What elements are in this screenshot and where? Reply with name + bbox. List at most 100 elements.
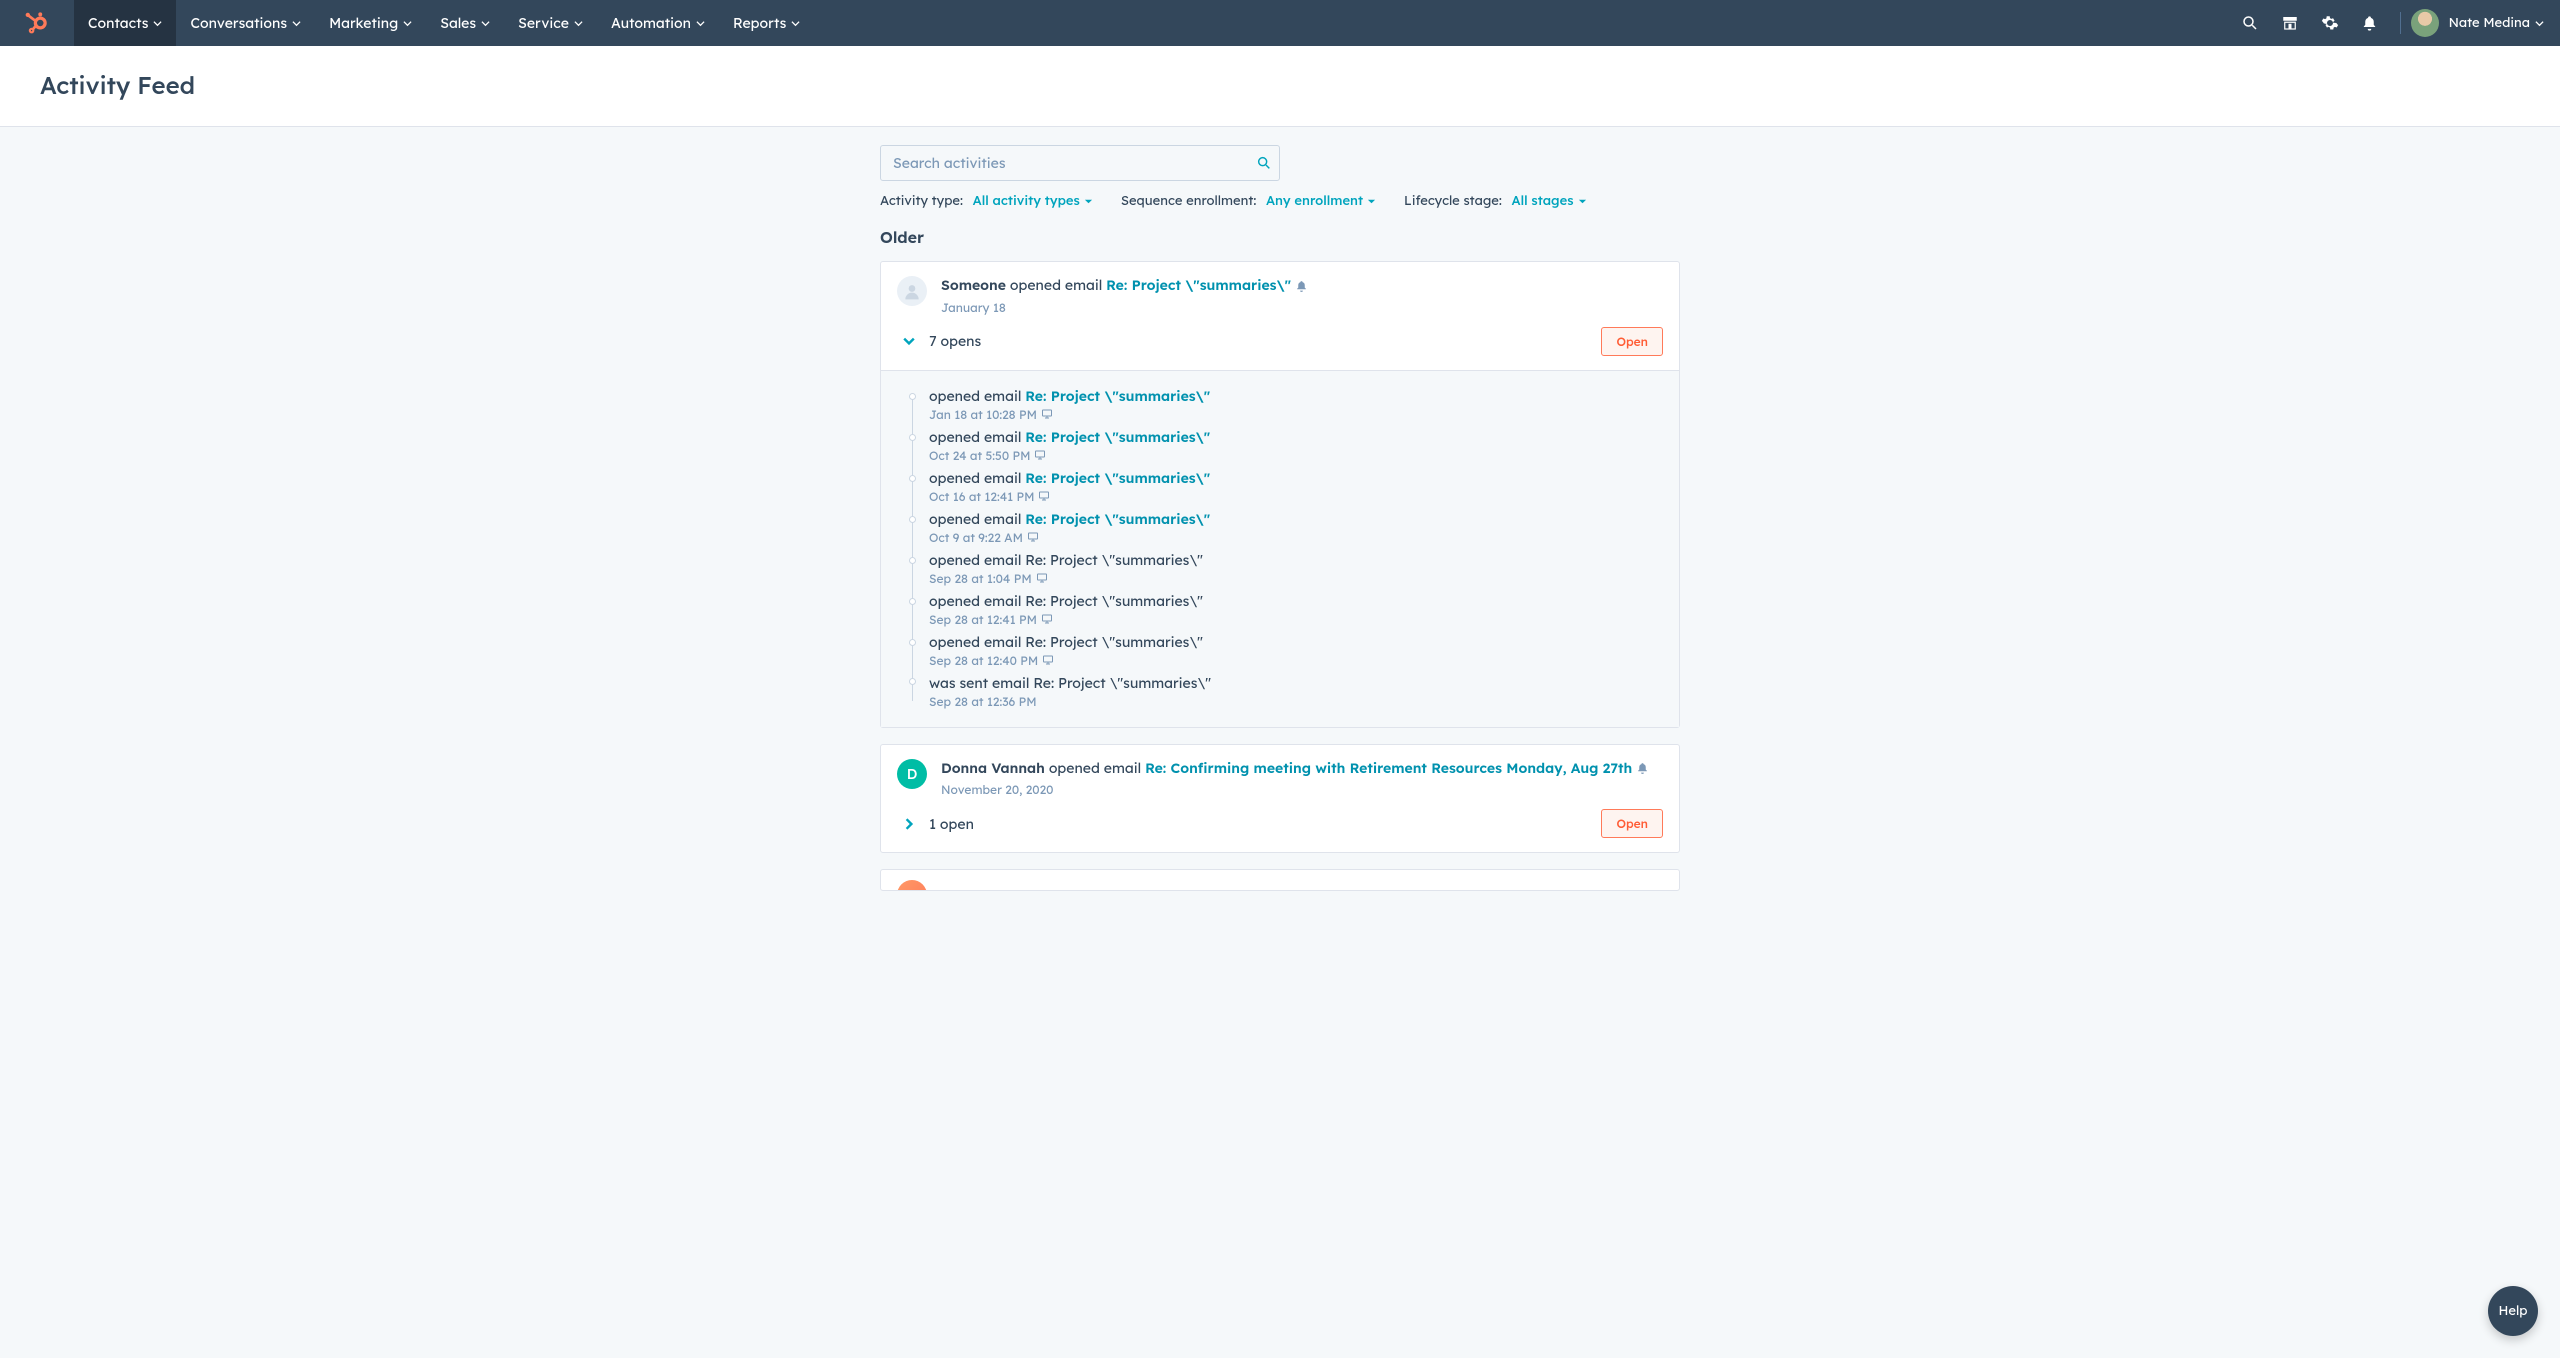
nav-item-service[interactable]: Service xyxy=(504,0,597,46)
nav-item-label: Automation xyxy=(611,14,691,32)
timeline-timestamp: Oct 24 at 5:50 PM xyxy=(929,448,1663,463)
search-button[interactable] xyxy=(1256,145,1272,181)
timeline-text: opened email Re: Project \"summaries\" xyxy=(929,551,1663,569)
opens-count: 7 opens xyxy=(929,332,981,350)
timeline-item: was sent email Re: Project \"summaries\"… xyxy=(929,674,1663,709)
filter-label: Lifecycle stage: xyxy=(1404,193,1502,209)
search-icon xyxy=(1256,155,1272,171)
timeline-action: was sent email xyxy=(929,674,1029,692)
open-button[interactable]: Open xyxy=(1601,809,1663,838)
filter-label: Sequence enrollment: xyxy=(1121,193,1256,209)
top-nav: Contacts Conversations Marketing Sales Servi… xyxy=(0,0,2560,46)
chevron-down-icon xyxy=(1084,197,1093,206)
timeline-item: opened email Re: Project \"summaries\"Se… xyxy=(929,633,1663,668)
filters-bar: Activity type: All activity types Sequen… xyxy=(880,193,1680,209)
activity-summary: Someone opened email Re: Project \"summa… xyxy=(941,276,1663,296)
hubspot-logo[interactable] xyxy=(0,0,74,46)
search-input[interactable] xyxy=(880,145,1280,181)
bell-icon[interactable] xyxy=(1636,762,1649,775)
timeline-text: opened email Re: Project \"summaries\" xyxy=(929,510,1663,528)
email-subject-link[interactable]: Re: Project \"summaries\" xyxy=(1025,469,1210,487)
timeline-action: opened email xyxy=(929,592,1021,610)
timeline-text: opened email Re: Project \"summaries\" xyxy=(929,387,1663,405)
nav-item-marketing[interactable]: Marketing xyxy=(315,0,426,46)
monitor-icon xyxy=(1042,654,1054,666)
opens-count: 1 open xyxy=(929,815,974,833)
contact-avatar: D xyxy=(897,759,927,789)
section-label: Older xyxy=(880,227,1680,247)
timeline-action: opened email xyxy=(929,387,1021,405)
nav-item-reports[interactable]: Reports xyxy=(719,0,814,46)
timeline-timestamp: Sep 28 at 12:40 PM xyxy=(929,653,1663,668)
monitor-icon xyxy=(1038,490,1050,502)
email-subject-link[interactable]: Re: Confirming meeting with Retirement R… xyxy=(1145,759,1632,777)
activity-card: Someone opened email Re: Project \"summa… xyxy=(880,261,1680,728)
help-button[interactable]: Help xyxy=(2488,1286,2538,1336)
timeline-dot xyxy=(909,598,916,605)
activity-action: opened email xyxy=(1049,759,1141,777)
marketplace-icon[interactable] xyxy=(2270,0,2310,46)
email-subject: Re: Project \"summaries\" xyxy=(1025,551,1203,569)
content-area: Activity type: All activity types Sequen… xyxy=(880,127,1680,931)
nav-item-label: Sales xyxy=(440,14,476,32)
nav-item-sales[interactable]: Sales xyxy=(426,0,504,46)
activity-card xyxy=(880,869,1680,891)
user-avatar xyxy=(2411,9,2439,37)
user-name: Nate Medina xyxy=(2449,15,2530,31)
filter-sequence-value[interactable]: Any enrollment xyxy=(1266,193,1376,209)
contact-avatar xyxy=(897,880,927,891)
activity-date: November 20, 2020 xyxy=(941,782,1663,797)
chevron-down-icon xyxy=(696,19,705,28)
chevron-down-icon xyxy=(292,19,301,28)
chevron-down-icon[interactable] xyxy=(903,335,915,347)
filter-sequence: Sequence enrollment: Any enrollment xyxy=(1121,193,1376,209)
timeline: opened email Re: Project \"summaries\"Ja… xyxy=(881,370,1679,727)
nav-item-conversations[interactable]: Conversations xyxy=(176,0,315,46)
activity-summary: Donna Vannah opened email Re: Confirming… xyxy=(941,759,1663,779)
activity-date: January 18 xyxy=(941,300,1663,315)
chevron-down-icon xyxy=(791,19,800,28)
contact-name: Donna Vannah xyxy=(941,759,1045,777)
page-header: Activity Feed xyxy=(0,46,2560,127)
filter-activity-type-value[interactable]: All activity types xyxy=(973,193,1093,209)
email-subject-link[interactable]: Re: Project \"summaries\" xyxy=(1025,428,1210,446)
activity-action: opened email xyxy=(1010,276,1102,294)
timeline-action: opened email xyxy=(929,469,1021,487)
open-button[interactable]: Open xyxy=(1601,327,1663,356)
filter-label: Activity type: xyxy=(880,193,963,209)
timeline-text: was sent email Re: Project \"summaries\" xyxy=(929,674,1663,692)
timeline-timestamp: Oct 9 at 9:22 AM xyxy=(929,530,1663,545)
filter-activity-type: Activity type: All activity types xyxy=(880,193,1093,209)
bell-icon[interactable] xyxy=(1295,280,1308,293)
timeline-timestamp: Sep 28 at 12:36 PM xyxy=(929,694,1663,709)
page-title: Activity Feed xyxy=(40,70,2520,100)
email-subject-link[interactable]: Re: Project \"summaries\" xyxy=(1106,276,1291,294)
email-subject: Re: Project \"summaries\" xyxy=(1033,674,1211,692)
email-subject-link[interactable]: Re: Project \"summaries\" xyxy=(1025,510,1210,528)
chevron-down-icon xyxy=(1367,197,1376,206)
chevron-down-icon xyxy=(153,19,162,28)
bell-icon[interactable] xyxy=(2350,0,2390,46)
sprocket-icon xyxy=(24,10,50,36)
gear-icon[interactable] xyxy=(2310,0,2350,46)
nav-item-label: Conversations xyxy=(190,14,287,32)
nav-item-label: Service xyxy=(518,14,569,32)
timeline-action: opened email xyxy=(929,633,1021,651)
timeline-item: opened email Re: Project \"summaries\" Oc… xyxy=(929,510,1663,545)
chevron-right-icon[interactable] xyxy=(903,818,915,830)
filter-lifecycle-value[interactable]: All stages xyxy=(1512,193,1587,209)
monitor-icon xyxy=(1034,449,1046,461)
timeline-dot xyxy=(909,393,916,400)
nav-item-label: Contacts xyxy=(88,14,148,32)
timeline-dot xyxy=(909,516,916,523)
nav-item-contacts[interactable]: Contacts xyxy=(74,0,176,46)
monitor-icon xyxy=(1027,531,1039,543)
search-wrap xyxy=(880,145,1280,181)
nav-item-automation[interactable]: Automation xyxy=(597,0,719,46)
chevron-down-icon xyxy=(481,19,490,28)
search-icon[interactable] xyxy=(2230,0,2270,46)
activity-card: D Donna Vannah opened email Re: Confirmin… xyxy=(880,744,1680,854)
account-menu[interactable]: Nate Medina xyxy=(2411,9,2560,37)
timeline-text: opened email Re: Project \"summaries\" xyxy=(929,592,1663,610)
email-subject-link[interactable]: Re: Project \"summaries\" xyxy=(1025,387,1210,405)
